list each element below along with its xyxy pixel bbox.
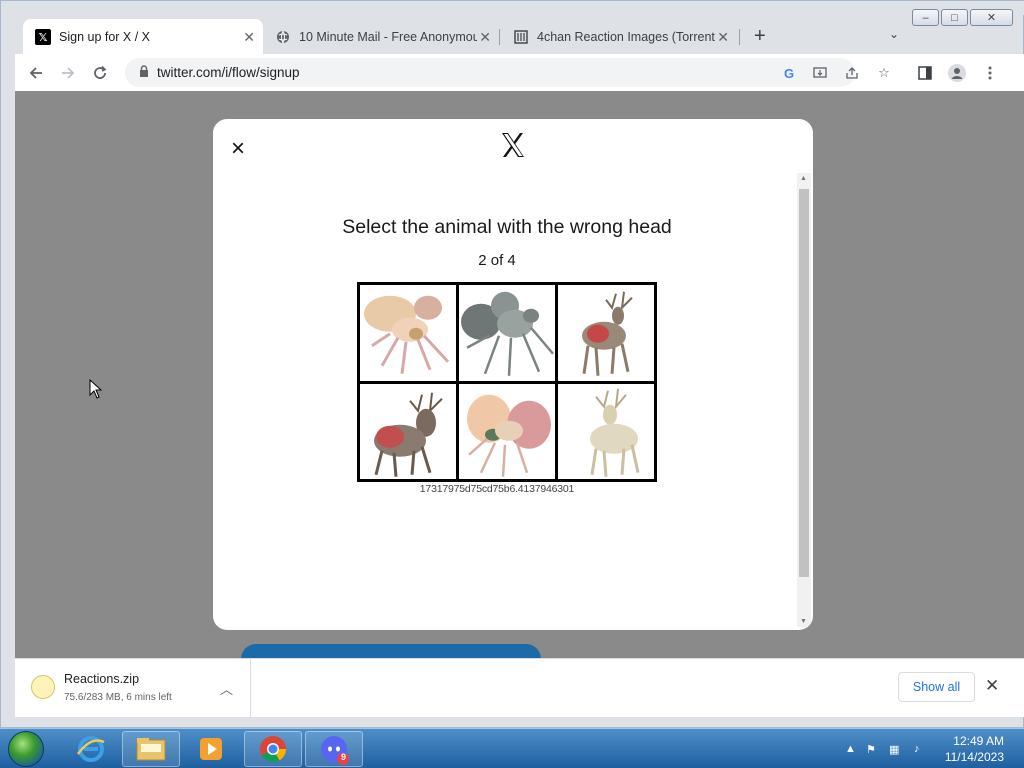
kebab-menu-icon <box>988 66 992 80</box>
clock-date[interactable]: 11/14/2023 <box>945 750 1004 764</box>
download-status: 75.6/283 MB, 6 mins left <box>64 692 172 703</box>
mouse-cursor-icon <box>89 379 103 399</box>
chrome-icon[interactable] <box>244 731 302 767</box>
reload-icon <box>94 65 107 79</box>
page-content: × Select the animal with the wrong head … <box>15 91 1024 658</box>
close-shelf-icon[interactable]: ✕ <box>985 676 999 696</box>
forward-button[interactable] <box>57 62 79 84</box>
captcha-tile-2[interactable] <box>459 285 555 381</box>
browser-window: – □ ✕ 𝕏 Sign up for X / X ✕ 10 Minute Ma… <box>0 0 1024 728</box>
close-tab-icon[interactable]: ✕ <box>717 29 729 46</box>
back-button[interactable] <box>25 62 47 84</box>
background-button <box>241 644 541 658</box>
tab-title: 10 Minute Mail - Free Anonymou <box>299 29 477 44</box>
browser-toolbar: twitter.com/i/flow/signup G ☆ <box>15 54 1024 91</box>
ant-pink-green-image <box>467 394 551 477</box>
volume-muted-icon[interactable]: ♪ <box>914 743 920 755</box>
deer-ant-head-image <box>374 392 443 477</box>
profile-button[interactable] <box>946 62 968 84</box>
start-button[interactable] <box>8 731 44 767</box>
tray-expand-icon[interactable]: ▲ <box>845 743 856 755</box>
scroll-down-icon[interactable]: ▼ <box>800 618 807 625</box>
captcha-tile-1[interactable] <box>360 285 456 381</box>
captcha-title: Select the animal with the wrong head <box>342 216 672 238</box>
tab-strip: 𝕏 Sign up for X / X ✕ 10 Minute Mail - F… <box>15 19 1015 54</box>
internet-explorer-icon[interactable] <box>62 731 120 767</box>
ant-grey-image <box>461 291 554 376</box>
discord-badge: 9 <box>341 752 347 762</box>
google-icon[interactable]: G <box>780 64 798 82</box>
scrollbar-thumb[interactable] <box>799 189 809 577</box>
captcha-modal: × Select the animal with the wrong head … <box>213 119 813 630</box>
modal-scrollbar[interactable]: ▲ ▼ <box>797 173 811 627</box>
lock-icon <box>140 65 148 77</box>
action-center-icon[interactable]: ⚑ <box>866 743 876 756</box>
deer-beige-image <box>590 388 640 477</box>
tab-search-chevron-icon[interactable]: ⌄ <box>889 27 899 41</box>
download-file-name: Reactions.zip <box>64 672 140 686</box>
tab-10minutemail[interactable]: 10 Minute Mail - Free Anonymou ✕ <box>263 19 499 54</box>
scroll-up-icon[interactable]: ▲ <box>800 175 807 182</box>
side-panel-button[interactable] <box>914 62 936 84</box>
address-bar[interactable]: twitter.com/i/flow/signup G ☆ <box>125 58 890 87</box>
captcha-progress: 2 of 4 <box>478 252 516 269</box>
close-tab-icon[interactable]: ✕ <box>479 29 491 46</box>
archive-icon <box>513 29 529 45</box>
menu-button[interactable] <box>979 62 1001 84</box>
ant-pink-image <box>364 295 450 374</box>
captcha-tile-4[interactable] <box>360 383 456 479</box>
download-shelf: Reactions.zip 75.6/283 MB, 6 mins left ︿… <box>15 658 1024 718</box>
reload-button[interactable] <box>89 62 111 84</box>
x-logo-icon: 𝕏 <box>35 29 51 45</box>
side-panel-icon <box>918 66 932 80</box>
tab-title: 4chan Reaction Images (Torrent) <box>537 29 715 44</box>
arrow-right-icon <box>62 67 75 79</box>
file-explorer-icon[interactable] <box>122 731 180 767</box>
show-all-button[interactable]: Show all <box>898 672 975 702</box>
chevron-up-icon[interactable]: ︿ <box>220 679 233 698</box>
deer-red-image <box>582 291 633 376</box>
bookmark-star-icon[interactable]: ☆ <box>875 64 893 82</box>
zip-file-icon <box>31 675 55 699</box>
url-text: twitter.com/i/flow/signup <box>157 65 300 80</box>
globe-icon <box>275 29 291 45</box>
network-icon[interactable]: ▦ <box>889 743 899 756</box>
install-app-icon[interactable] <box>811 64 829 82</box>
clock-time[interactable]: 12:49 AM <box>953 734 1004 748</box>
new-tab-button[interactable]: + <box>754 25 766 48</box>
tab-signup[interactable]: 𝕏 Sign up for X / X ✕ <box>23 19 263 54</box>
captcha-grid <box>357 282 657 482</box>
close-tab-icon[interactable]: ✕ <box>243 29 255 46</box>
windows-taskbar: 9 ▲ ⚑ ▦ ♪ 12:49 AM 11/14/2023 <box>0 728 1024 768</box>
captcha-tile-5[interactable] <box>459 383 555 479</box>
avatar-icon <box>948 64 966 82</box>
download-item[interactable]: Reactions.zip 75.6/283 MB, 6 mins left ︿ <box>15 659 251 718</box>
captcha-tile-6[interactable] <box>558 383 654 479</box>
tab-4chan-torrent[interactable]: 4chan Reaction Images (Torrent) ✕ <box>501 19 737 54</box>
captcha-id: 17317975d75cd75b6.4137946301 <box>419 483 575 495</box>
media-player-icon[interactable] <box>182 731 240 767</box>
close-modal-button[interactable]: × <box>231 135 245 163</box>
tab-title: Sign up for X / X <box>59 29 151 44</box>
arrow-left-icon <box>29 67 42 79</box>
discord-icon[interactable]: 9 <box>305 731 363 767</box>
window-frame <box>1 1 1024 15</box>
share-icon[interactable] <box>843 64 861 82</box>
x-logo-icon <box>502 133 524 157</box>
captcha-tile-3[interactable] <box>558 285 654 381</box>
